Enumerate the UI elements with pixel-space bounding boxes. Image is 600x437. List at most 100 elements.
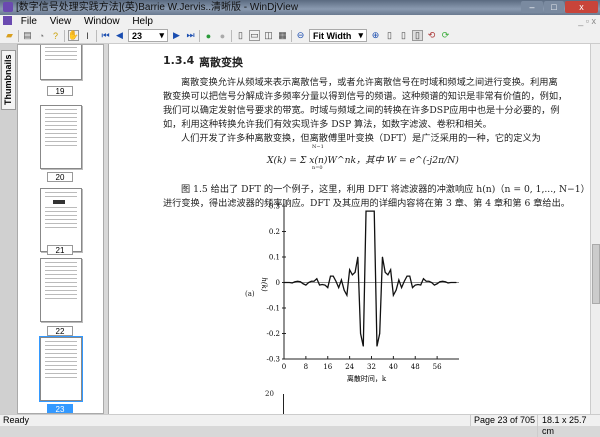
data-point <box>362 345 364 347</box>
data-point <box>343 289 345 291</box>
separator <box>96 29 97 42</box>
data-point <box>412 287 413 288</box>
first-page-icon[interactable]: ⏮ <box>100 30 111 41</box>
impulse-response-chart: 0.30.20.10-0.1-0.2-0.30 8 16 24 32 40 48 56离散时间… <box>260 203 459 383</box>
chevron-down-icon: ▾ <box>358 30 363 40</box>
zoom-value: Fit Width <box>313 30 352 41</box>
single-page-icon[interactable]: ▯ <box>235 30 246 41</box>
menu-view[interactable]: View <box>50 16 72 27</box>
data-point <box>433 284 435 286</box>
rotate-left-icon[interactable]: ⟲ <box>426 30 437 41</box>
app-icon <box>3 2 13 12</box>
x-axis-label: 离散时间，k <box>347 374 387 383</box>
facing-icon[interactable]: ◫ <box>263 30 274 41</box>
data-point <box>341 279 342 281</box>
forward-icon[interactable]: ● <box>217 30 228 41</box>
prev-page-icon[interactable]: ◀ <box>114 30 125 41</box>
menu-window[interactable]: Window <box>84 16 120 27</box>
scrollbar-thumb[interactable] <box>592 244 600 304</box>
x-tick-label: 16 <box>323 363 332 371</box>
data-point <box>455 282 457 283</box>
fit-page-icon[interactable]: ▯ <box>398 30 409 41</box>
data-point <box>406 275 408 277</box>
separator <box>199 29 200 42</box>
actual-size-icon[interactable]: ▯ <box>384 30 395 41</box>
thumbnail-page-21[interactable] <box>40 188 82 252</box>
help-icon[interactable]: ? <box>50 30 61 41</box>
thumbnail-page-19[interactable] <box>40 45 82 80</box>
data-point <box>283 282 285 283</box>
status-text: Ready <box>3 415 30 425</box>
data-point <box>351 274 353 276</box>
x-tick-label: 8 <box>304 363 308 371</box>
data-point <box>423 278 424 280</box>
page-number-combo[interactable]: 23 ▾ <box>128 29 168 42</box>
data-point <box>390 269 392 271</box>
data-point <box>360 333 361 334</box>
data-point <box>384 271 386 273</box>
thumbnail-label: 21 <box>47 245 73 255</box>
data-point <box>409 275 411 277</box>
next-page-icon[interactable]: ▶ <box>171 30 182 41</box>
data-point <box>305 284 307 286</box>
y-tick-label: 0 <box>276 279 280 287</box>
thumbnail-page-20[interactable] <box>40 105 82 169</box>
data-point <box>286 282 288 283</box>
find-icon[interactable]: ◔ <box>36 30 47 41</box>
menu-file[interactable]: File <box>21 16 37 27</box>
mdi-controls[interactable]: _ ▫ x <box>578 15 596 28</box>
rotate-right-icon[interactable]: ⟳ <box>440 30 451 41</box>
close-button[interactable]: x <box>565 1 598 13</box>
thumbnail-label: 19 <box>47 86 73 96</box>
fit-width-icon[interactable]: ▯ <box>412 30 423 41</box>
data-point <box>308 282 310 283</box>
data-point <box>330 275 331 277</box>
data-point <box>425 280 427 282</box>
menu-help[interactable]: Help <box>132 16 153 27</box>
x-tick-label: 32 <box>367 363 376 371</box>
continuous-icon[interactable]: ▭ <box>249 30 260 41</box>
data-point <box>379 333 381 334</box>
thumbnail-page-22[interactable] <box>40 258 82 322</box>
x-tick-label: 56 <box>433 363 442 371</box>
open-icon[interactable]: ▰ <box>4 30 15 41</box>
data-point <box>313 280 315 282</box>
separator <box>64 29 65 42</box>
last-page-icon[interactable]: ⏭ <box>185 30 196 41</box>
thumbnail-page-23[interactable] <box>39 336 83 402</box>
window-title: [数字信号处理实践方法](英)Barrie W.Jervis..清晰版 - Wi… <box>16 2 299 13</box>
series-line <box>284 210 457 347</box>
data-point <box>387 274 389 276</box>
minimize-button[interactable]: – <box>521 1 543 13</box>
data-point <box>414 284 416 286</box>
thumbnail-label-selected: 23 <box>47 404 73 413</box>
maximize-button[interactable]: □ <box>544 1 564 13</box>
data-point <box>321 284 323 285</box>
back-icon[interactable]: ● <box>203 30 214 41</box>
menu-bar: File View Window Help _ ▫ x <box>0 15 600 28</box>
data-point <box>420 284 422 286</box>
data-point <box>436 283 438 285</box>
data-point <box>439 281 441 283</box>
hand-tool-icon[interactable]: ✋ <box>68 30 79 41</box>
vertical-scrollbar[interactable] <box>590 44 600 414</box>
data-point <box>338 287 340 288</box>
zoom-combo[interactable]: Fit Width ▾ <box>309 29 367 42</box>
print-icon[interactable]: ▤ <box>22 30 33 41</box>
tab-thumbnails[interactable]: Thumbnails <box>1 50 16 110</box>
document-view: 1.3.4 离散变换 离散变换允许从频域来表示离散信号，或者允许离散信号在时域和… <box>108 44 590 414</box>
continuous-facing-icon[interactable]: ▦ <box>277 30 288 41</box>
y-tick-label: 0.1 <box>269 254 280 262</box>
toolbar: ▰ ▤ ◔ ? ✋ I ⏮ ◀ 23 ▾ ▶ ⏭ ● ● ▯ ▭ ◫ ▦ ⊖ Fi… <box>0 28 600 44</box>
thumbnails-panel: 19 20 21 22 23 <box>17 44 104 414</box>
x-tick-label: 40 <box>389 363 398 371</box>
data-point <box>450 282 452 283</box>
data-point <box>392 294 394 296</box>
zoom-in-icon[interactable]: ⊕ <box>370 30 381 41</box>
zoom-out-icon[interactable]: ⊖ <box>295 30 306 41</box>
y-axis-label: h(k) <box>260 277 268 291</box>
select-tool-icon[interactable]: I <box>82 30 93 41</box>
y-tick-label: 0.2 <box>269 228 280 236</box>
title-bar: [数字信号处理实践方法](英)Barrie W.Jervis..清晰版 - Wi… <box>0 0 600 15</box>
data-point <box>371 210 372 212</box>
